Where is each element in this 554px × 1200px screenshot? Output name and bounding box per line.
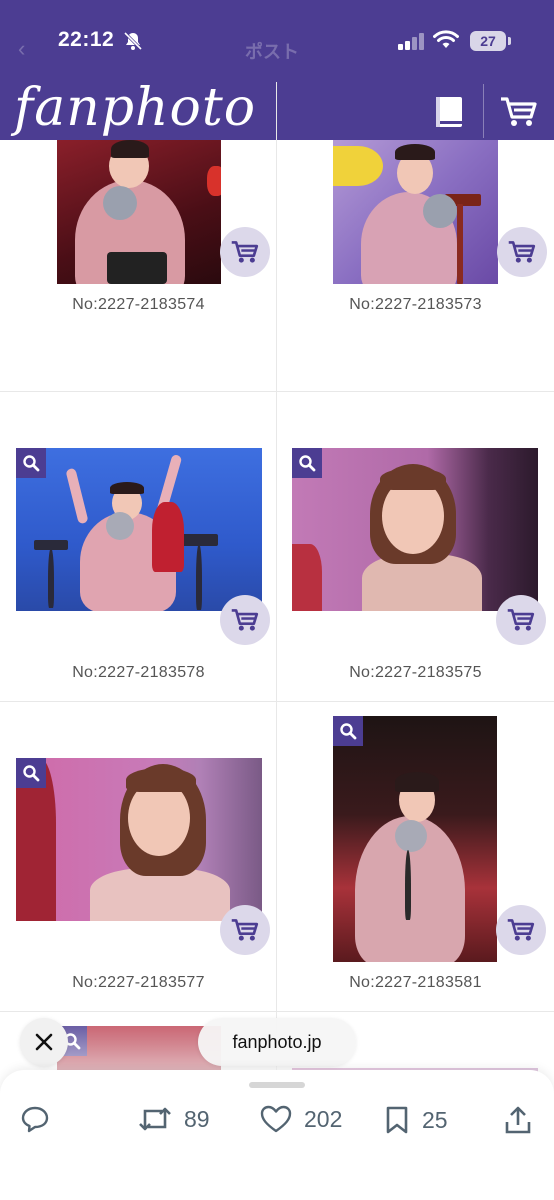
photo-card[interactable]: No:2227-2183575 bbox=[277, 392, 554, 702]
reply-icon bbox=[21, 1106, 49, 1133]
share-button[interactable] bbox=[504, 1105, 532, 1135]
photo-thumbnail[interactable] bbox=[333, 140, 498, 284]
photo-card[interactable]: No:2227-2183574 bbox=[0, 82, 277, 392]
photo-number: No:2227-2183573 bbox=[349, 296, 482, 313]
bookmark-count: 25 bbox=[422, 1106, 448, 1133]
back-icon: ‹ bbox=[18, 36, 26, 61]
photo-number: No:2227-2183581 bbox=[349, 974, 482, 991]
magnifier-icon bbox=[23, 455, 40, 472]
bookmark-button[interactable]: 25 bbox=[384, 1105, 448, 1135]
tweet-action-bar: 89 202 25 bbox=[0, 1070, 554, 1200]
photo-number: No:2227-2183578 bbox=[72, 664, 205, 681]
close-button[interactable] bbox=[20, 1018, 68, 1066]
zoom-button[interactable] bbox=[292, 448, 322, 478]
url-pill[interactable]: fanphoto.jp bbox=[198, 1018, 356, 1066]
bell-off-icon bbox=[123, 31, 143, 51]
photo-thumbnail[interactable] bbox=[16, 448, 262, 611]
share-icon bbox=[505, 1106, 531, 1134]
add-to-cart-button[interactable] bbox=[220, 905, 270, 955]
photo-number: No:2227-2183575 bbox=[349, 664, 482, 681]
add-to-cart-button[interactable] bbox=[220, 595, 270, 645]
cellular-signal-icon bbox=[398, 33, 424, 50]
photo-card[interactable]: No:2227-2183573 bbox=[277, 82, 554, 392]
magnifier-icon bbox=[299, 455, 316, 472]
battery-indicator: 27 bbox=[470, 31, 506, 51]
photo-thumbnail[interactable] bbox=[57, 140, 221, 284]
add-to-cart-button[interactable] bbox=[497, 227, 547, 277]
zoom-button[interactable] bbox=[16, 758, 46, 788]
like-count: 202 bbox=[304, 1105, 343, 1132]
retweet-icon bbox=[139, 1107, 171, 1131]
zoom-button[interactable] bbox=[333, 716, 363, 746]
add-to-cart-button[interactable] bbox=[496, 595, 546, 645]
heart-icon bbox=[260, 1105, 292, 1133]
ghost-post-title: ポスト bbox=[245, 42, 299, 62]
sheet-grabber[interactable] bbox=[249, 1082, 305, 1088]
status-time: 22:12 bbox=[58, 28, 115, 51]
photo-thumbnail[interactable] bbox=[292, 448, 538, 611]
photo-number: No:2227-2183574 bbox=[72, 296, 205, 313]
magnifier-icon bbox=[23, 765, 40, 782]
reply-button[interactable] bbox=[20, 1105, 50, 1133]
retweet-button[interactable]: 89 bbox=[138, 1105, 210, 1133]
photo-number: No:2227-2183577 bbox=[72, 974, 205, 991]
cart-icon bbox=[507, 919, 535, 941]
photo-card[interactable]: No:2227-2183577 bbox=[0, 702, 277, 1012]
like-button[interactable]: 202 bbox=[260, 1105, 342, 1133]
cart-icon bbox=[231, 241, 259, 263]
photo-thumbnail[interactable] bbox=[333, 716, 497, 962]
add-to-cart-button[interactable] bbox=[220, 227, 270, 277]
zoom-button[interactable] bbox=[16, 448, 46, 478]
battery-tip bbox=[508, 37, 511, 45]
bookmark-icon bbox=[386, 1106, 408, 1134]
wifi-icon bbox=[433, 30, 459, 48]
magnifier-icon bbox=[340, 723, 357, 740]
photo-thumbnail[interactable] bbox=[16, 758, 262, 921]
cart-icon bbox=[507, 609, 535, 631]
photo-card[interactable]: No:2227-2183581 bbox=[277, 702, 554, 1012]
add-to-cart-button[interactable] bbox=[496, 905, 546, 955]
photo-card[interactable]: No:2227-2183578 bbox=[0, 392, 277, 702]
cart-icon bbox=[231, 609, 259, 631]
cart-icon bbox=[508, 241, 536, 263]
cart-icon bbox=[231, 919, 259, 941]
close-icon bbox=[35, 1033, 53, 1051]
retweet-count: 89 bbox=[184, 1105, 210, 1132]
